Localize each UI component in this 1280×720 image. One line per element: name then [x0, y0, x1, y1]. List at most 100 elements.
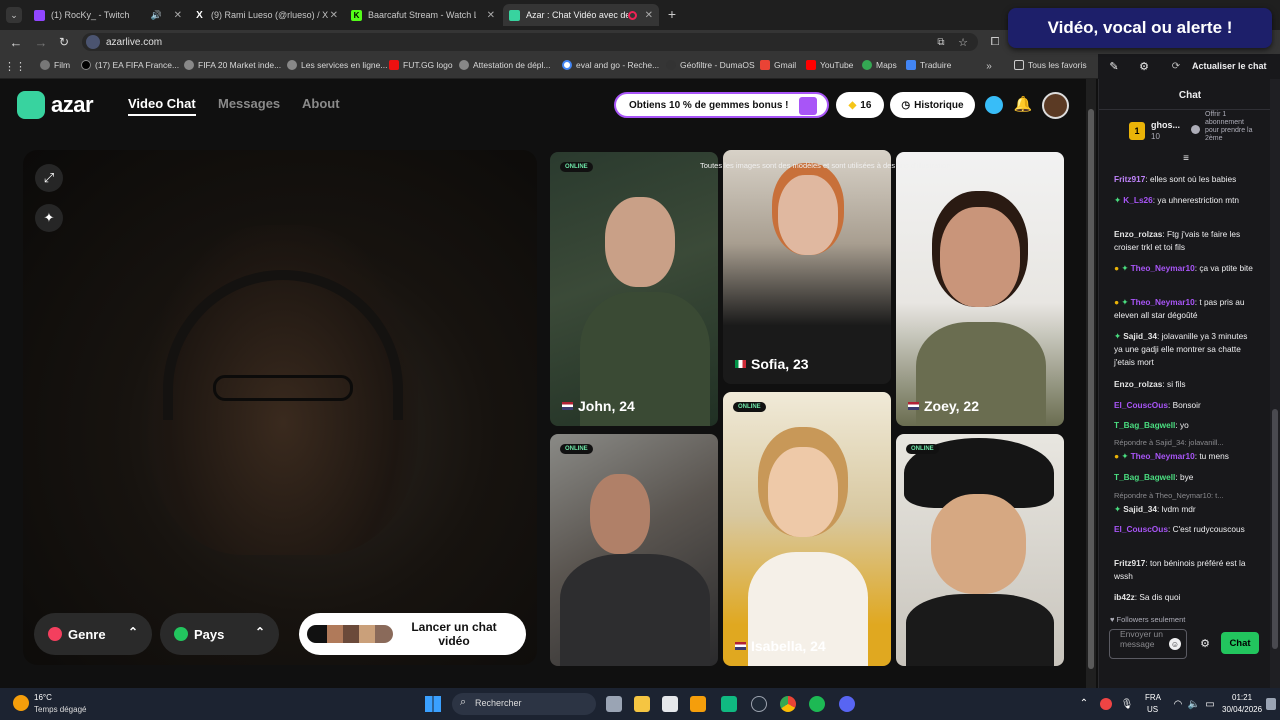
taskbar-search[interactable]: ⌕ Rechercher — [452, 693, 596, 715]
chat-username[interactable]: Theo_Neymar10 — [1131, 263, 1195, 273]
gift-banner[interactable]: 1 ghos... 10 Offrir 1 abonnement pour pr… — [1121, 111, 1271, 149]
chat-username[interactable]: Sajid_34 — [1123, 331, 1157, 341]
notification-icon[interactable] — [1266, 698, 1276, 710]
battery-icon[interactable]: ▭ — [1204, 697, 1216, 711]
close-icon[interactable]: ✕ — [174, 10, 182, 21]
nav-messages[interactable]: Messages — [218, 96, 280, 111]
chat-scrollbar[interactable] — [1270, 79, 1280, 688]
scrollbar-thumb[interactable] — [1272, 409, 1278, 649]
chat-username[interactable]: Theo_Neymar10 — [1131, 451, 1195, 461]
whatsapp-icon[interactable] — [690, 696, 706, 712]
refresh-icon[interactable]: ⟳ — [1170, 60, 1182, 72]
refresh-chat-button[interactable]: Actualiser le chat — [1192, 61, 1267, 71]
profile-card-sofia[interactable]: Sofia, 23 — [723, 150, 891, 384]
app-icon[interactable] — [721, 696, 737, 712]
magic-effects-icon[interactable]: ✦ — [35, 204, 63, 232]
bookmark-item[interactable]: Film — [40, 60, 70, 70]
all-bookmarks-folder[interactable]: Tous les favoris — [1014, 60, 1087, 70]
edit-icon[interactable]: ✎ — [1108, 60, 1120, 73]
page-scrollbar[interactable] — [1086, 79, 1096, 688]
chat-username[interactable]: Fritz917 — [1114, 558, 1145, 568]
wifi-icon[interactable]: ◠ — [1172, 697, 1184, 711]
bookmark-item[interactable]: (17) EA FIFA France... — [81, 60, 179, 70]
chat-settings-icon[interactable]: ⚙ — [1199, 637, 1211, 650]
nav-about[interactable]: About — [302, 96, 340, 111]
bookmark-item[interactable]: FIFA 20 Market inde... — [184, 60, 281, 70]
tab-twitch[interactable]: (1) RocKy_ - Twitch 🔊 ✕ — [28, 4, 188, 26]
avatar[interactable] — [1042, 92, 1069, 119]
profile-card-eating[interactable]: ONLINE — [896, 434, 1064, 666]
bookmark-item[interactable]: Attestation de dépl... — [459, 60, 551, 70]
nav-video-chat[interactable]: Video Chat — [128, 96, 196, 116]
bookmark-item[interactable]: Les services en ligne... — [287, 60, 387, 70]
task-view-icon[interactable] — [606, 696, 622, 712]
extensions-icon[interactable]: ⧠ — [988, 35, 1002, 49]
chat-username[interactable]: T_Bag_Bagwell — [1114, 420, 1175, 430]
emoji-icon[interactable]: ☺ — [1169, 638, 1181, 650]
bookmark-item[interactable]: Traduire — [906, 60, 951, 70]
tray-chevron-icon[interactable]: ⌃ — [1078, 696, 1090, 710]
clock-date[interactable]: 30/04/2026 — [1222, 705, 1262, 714]
tray-app-icon[interactable] — [1100, 698, 1112, 710]
store-icon[interactable] — [662, 696, 678, 712]
chat-username[interactable]: Enzo_rolzas — [1114, 229, 1162, 239]
bookmark-item[interactable]: Maps — [862, 60, 897, 70]
bookmark-item[interactable]: FUT.GG logo — [389, 60, 453, 70]
azar-logo-icon[interactable] — [17, 91, 45, 119]
new-tab-icon[interactable]: + — [664, 6, 680, 22]
mic-icon[interactable]: 🎙 — [1121, 697, 1134, 711]
chat-username[interactable]: Enzo_rolzas — [1114, 379, 1162, 389]
back-icon[interactable]: ← — [8, 34, 24, 50]
reload-icon[interactable]: ↻ — [56, 34, 72, 50]
close-icon[interactable]: ✕ — [645, 10, 653, 21]
chat-username[interactable]: Theo_Neymar10 — [1131, 297, 1195, 307]
tab-azar[interactable]: Azar : Chat Vidéo avec de ✕ — [503, 4, 659, 26]
chat-username[interactable]: Sajid_34 — [1123, 504, 1157, 514]
launch-video-chat-button[interactable]: Lancer un chat vidéo — [299, 613, 526, 655]
azar-logo-text[interactable]: azar — [51, 92, 94, 118]
chat-username[interactable]: El_CouscOus — [1114, 400, 1168, 410]
star-icon[interactable]: ☆ — [956, 35, 970, 49]
discord-icon[interactable] — [839, 696, 855, 712]
clock-time[interactable]: 01:21 — [1232, 693, 1252, 702]
region-code[interactable]: US — [1147, 705, 1158, 714]
lang-code[interactable]: FRA — [1145, 693, 1161, 702]
reply-context[interactable]: Répondre à Theo_Neymar10: t... — [1114, 491, 1254, 500]
profile-card-tattoo[interactable]: ONLINE — [550, 434, 718, 666]
chat-username[interactable]: T_Bag_Bagwell — [1114, 472, 1175, 482]
chrome-icon[interactable] — [780, 696, 796, 712]
close-icon[interactable]: ✕ — [330, 10, 338, 21]
bookmark-item[interactable]: Géofiltre - DumaOS — [666, 60, 755, 70]
spotify-icon[interactable] — [809, 696, 825, 712]
volume-icon[interactable]: 🔈 — [1188, 697, 1200, 711]
tab-kick[interactable]: K Baarcafut Stream - Watch Live ✕ — [345, 4, 501, 26]
bookmark-item[interactable]: YouTube — [806, 60, 853, 70]
windows-start-icon[interactable] — [425, 696, 441, 712]
send-chat-button[interactable]: Chat — [1221, 632, 1259, 654]
forward-icon[interactable]: → — [33, 34, 49, 50]
gems-shop-icon[interactable] — [985, 96, 1003, 114]
profile-card-john[interactable]: ONLINE John, 24 — [550, 152, 718, 426]
file-explorer-icon[interactable] — [634, 696, 650, 712]
bell-icon[interactable]: 🔔 — [1014, 95, 1033, 113]
country-filter[interactable]: Pays ⌃ — [160, 613, 279, 655]
tab-x[interactable]: X (9) Rami Lueso (@rlueso) / X ✕ — [188, 4, 344, 26]
filter-icon[interactable]: ≡ — [1179, 153, 1193, 164]
address-bar[interactable]: azarlive.com ⧉ ☆ — [82, 33, 978, 51]
gems-balance[interactable]: ◆ 16 — [836, 92, 884, 118]
chat-username[interactable]: Fritz917 — [1114, 174, 1145, 184]
site-info-icon[interactable] — [86, 35, 100, 49]
chat-input[interactable]: Envoyer un message ☺ — [1109, 629, 1187, 659]
close-icon[interactable]: ✕ — [487, 10, 495, 21]
bookmark-item[interactable]: eval and go - Reche... — [562, 60, 659, 70]
chat-username[interactable]: ib42z — [1114, 592, 1135, 602]
profile-card-zoey[interactable]: Zoey, 22 — [896, 152, 1064, 426]
profile-card-isabella[interactable]: ONLINE Isabella, 24 — [723, 392, 891, 666]
chat-username[interactable]: El_CouscOus — [1114, 524, 1168, 534]
install-icon[interactable]: ⧉ — [934, 35, 948, 49]
chat-username[interactable]: K_Ls26 — [1123, 195, 1153, 205]
settings-icon[interactable]: ⚙ — [1138, 60, 1150, 73]
gem-bonus-banner[interactable]: Obtiens 10 % de gemmes bonus ! — [614, 92, 829, 118]
expand-view-icon[interactable]: ⤢ — [35, 164, 63, 192]
steam-icon[interactable] — [751, 696, 767, 712]
